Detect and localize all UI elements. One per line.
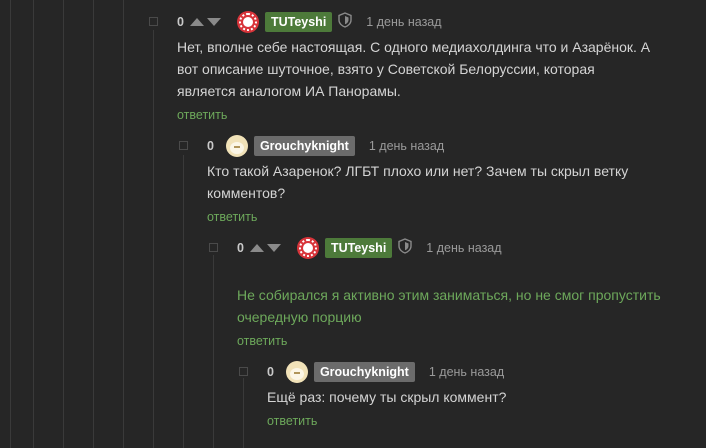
thread-line [123,0,124,448]
comment-text: Ещё раз: почему ты скрыл коммент? [267,389,507,405]
comment: 0 Grouchyknight 1 день назад Кто такой А… [177,134,687,234]
comment-header: 0 Grouchyknight 1 день назад [267,360,504,384]
comment-rating: 0 [207,139,214,153]
collapse-toggle[interactable] [209,243,218,252]
shield-icon [338,11,352,33]
shield-icon [398,237,412,259]
comment-rating: 0 [267,365,274,379]
avatar-icon[interactable] [225,135,248,157]
reply-link[interactable]: ответить [207,210,257,224]
comment-rating: 0 [237,241,244,255]
author-name[interactable]: TUTeyshi [324,238,393,258]
avatar-icon[interactable] [296,237,319,259]
comment-header: 0 Grouchyknight 1 день назад [207,134,444,158]
thread-line [63,0,64,448]
comment-text: Кто такой Азаренок? ЛГБТ плохо или нет? … [207,163,629,201]
author-name[interactable]: Grouchyknight [253,136,355,156]
downvote-icon[interactable] [206,18,221,26]
upvote-icon[interactable] [249,244,264,252]
comment-header: 0 TUTeyshi 1 день назад [177,10,442,34]
upvote-icon[interactable] [189,18,204,26]
collapse-toggle[interactable] [149,17,158,26]
author-name[interactable]: Grouchyknight [313,362,415,382]
author-name[interactable]: TUTeyshi [264,12,333,32]
avatar-icon[interactable] [236,11,259,33]
comment: 0 TUTeyshi 1 день назад Не собирался я а… [207,236,687,356]
reply-link[interactable]: ответить [177,108,227,122]
thread-line [10,0,11,448]
comment-date: 1 день назад [368,139,445,153]
comment-text: Нет, вполне себе настоящая. С одного мед… [177,39,651,99]
comment-text: Не собирался я активно этим заниматься, … [237,287,661,325]
thread-line [93,0,94,448]
collapse-toggle[interactable] [179,141,188,150]
comment-date: 1 день назад [428,365,505,379]
comment-date: 1 день назад [426,241,502,255]
collapse-toggle[interactable] [239,367,248,376]
comment: 0 TUTeyshi 1 день назад Нет, вполне себе… [147,10,687,130]
comment-date: 1 день назад [366,15,442,29]
comment-rating: 0 [177,15,184,29]
thread-line [33,0,34,448]
comment: 0 Grouchyknight 1 день назад Ещё раз: по… [237,360,687,440]
reply-link[interactable]: ответить [267,414,317,428]
reply-link[interactable]: ответить [237,334,287,348]
avatar-icon[interactable] [285,361,308,383]
downvote-icon[interactable] [266,244,281,252]
comment-header: 0 TUTeyshi 1 день назад [237,236,502,260]
